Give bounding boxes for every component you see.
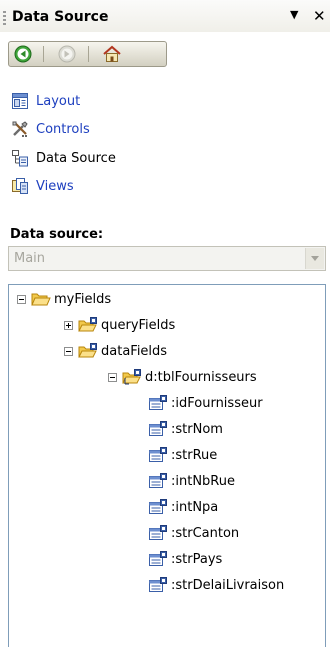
data-source-select-value: Main <box>14 251 46 266</box>
toolbar-separator <box>88 46 89 62</box>
field-icon <box>148 551 168 567</box>
group-folder-icon <box>78 317 98 333</box>
tree-node-label: myFields <box>54 291 112 307</box>
tree-node-label: dataFields <box>101 343 168 359</box>
data-source-dropdown-button[interactable] <box>305 248 324 269</box>
layout-icon <box>11 92 29 110</box>
tree-node-queryfields[interactable]: queryFields <box>64 316 175 334</box>
task-pane-title: Data Source <box>12 9 109 25</box>
tree-node-datafields[interactable]: dataFields <box>64 342 167 360</box>
home-button[interactable] <box>99 44 125 64</box>
data-source-tree[interactable]: myFields queryFields dataFields d:tblFou… <box>8 284 326 647</box>
field-icon <box>148 525 168 541</box>
tree-node-field[interactable]: :strCanton <box>148 524 239 542</box>
tree-node-field[interactable]: :intNbRue <box>148 472 235 490</box>
tree-node-myfields[interactable]: myFields <box>17 290 111 308</box>
collapse-toggle-icon[interactable] <box>17 294 26 304</box>
data-source-select[interactable]: Main <box>8 246 326 271</box>
drag-grip[interactable] <box>3 11 6 25</box>
close-icon[interactable]: ✕ <box>313 7 326 25</box>
task-data-source: Data Source <box>11 148 116 168</box>
task-layout-label[interactable]: Layout <box>36 94 80 109</box>
task-data-source-label: Data Source <box>36 150 116 166</box>
controls-icon <box>11 120 29 138</box>
task-views[interactable]: Views <box>11 176 74 196</box>
forward-arrow-icon <box>58 45 76 63</box>
tree-node-field[interactable]: :strNom <box>148 420 223 438</box>
tree-node-field[interactable]: :strRue <box>148 446 217 464</box>
tree-node-label: :strRue <box>171 447 218 463</box>
chevron-down-icon <box>311 256 319 261</box>
field-icon <box>148 447 168 463</box>
tree-node-label: :strPays <box>171 551 223 567</box>
field-icon <box>148 421 168 437</box>
tree-node-field[interactable]: :strDelaiLivraison <box>148 576 284 594</box>
home-icon <box>103 45 121 62</box>
data-source-icon <box>11 149 29 167</box>
tree-node-label: :idFournisseur <box>171 395 263 411</box>
group-folder-icon <box>78 343 98 359</box>
tree-node-label: :strCanton <box>171 525 240 541</box>
tree-node-label: :strDelaiLivraison <box>171 577 285 593</box>
collapse-toggle-icon[interactable] <box>108 372 117 382</box>
back-arrow-icon <box>14 45 32 63</box>
task-pane-menu-arrow-icon[interactable]: ▼ <box>290 8 298 21</box>
task-layout[interactable]: Layout <box>11 91 80 111</box>
tree-node-label: queryFields <box>101 317 176 333</box>
forward-button[interactable] <box>54 44 80 64</box>
tree-node-label: :strNom <box>171 421 223 437</box>
tree-node-field[interactable]: :idFournisseur <box>148 394 263 412</box>
data-source-label: Data source: <box>10 227 104 242</box>
tree-node-field[interactable]: :intNpa <box>148 498 218 516</box>
open-folder-icon <box>31 291 51 307</box>
field-icon <box>148 499 168 515</box>
tree-node-label: :intNbRue <box>171 473 235 489</box>
navigation-toolbar <box>8 41 167 67</box>
tree-node-table[interactable]: d:tblFournisseurs <box>108 368 257 386</box>
tree-node-label: :intNpa <box>171 499 219 515</box>
back-button[interactable] <box>10 44 36 64</box>
task-pane-titlebar: Data Source ▼ ✕ <box>0 0 330 32</box>
field-icon <box>148 395 168 411</box>
task-controls[interactable]: Controls <box>11 119 90 139</box>
views-icon <box>11 177 29 195</box>
toolbar-separator <box>43 46 44 62</box>
task-controls-label[interactable]: Controls <box>36 122 90 137</box>
repeating-group-icon <box>122 369 142 385</box>
task-views-label[interactable]: Views <box>36 179 74 194</box>
field-icon <box>148 473 168 489</box>
expand-toggle-icon[interactable] <box>64 320 73 330</box>
field-icon <box>148 577 168 593</box>
tree-node-label: d:tblFournisseurs <box>145 369 257 385</box>
tree-node-field[interactable]: :strPays <box>148 550 222 568</box>
collapse-toggle-icon[interactable] <box>64 346 73 356</box>
